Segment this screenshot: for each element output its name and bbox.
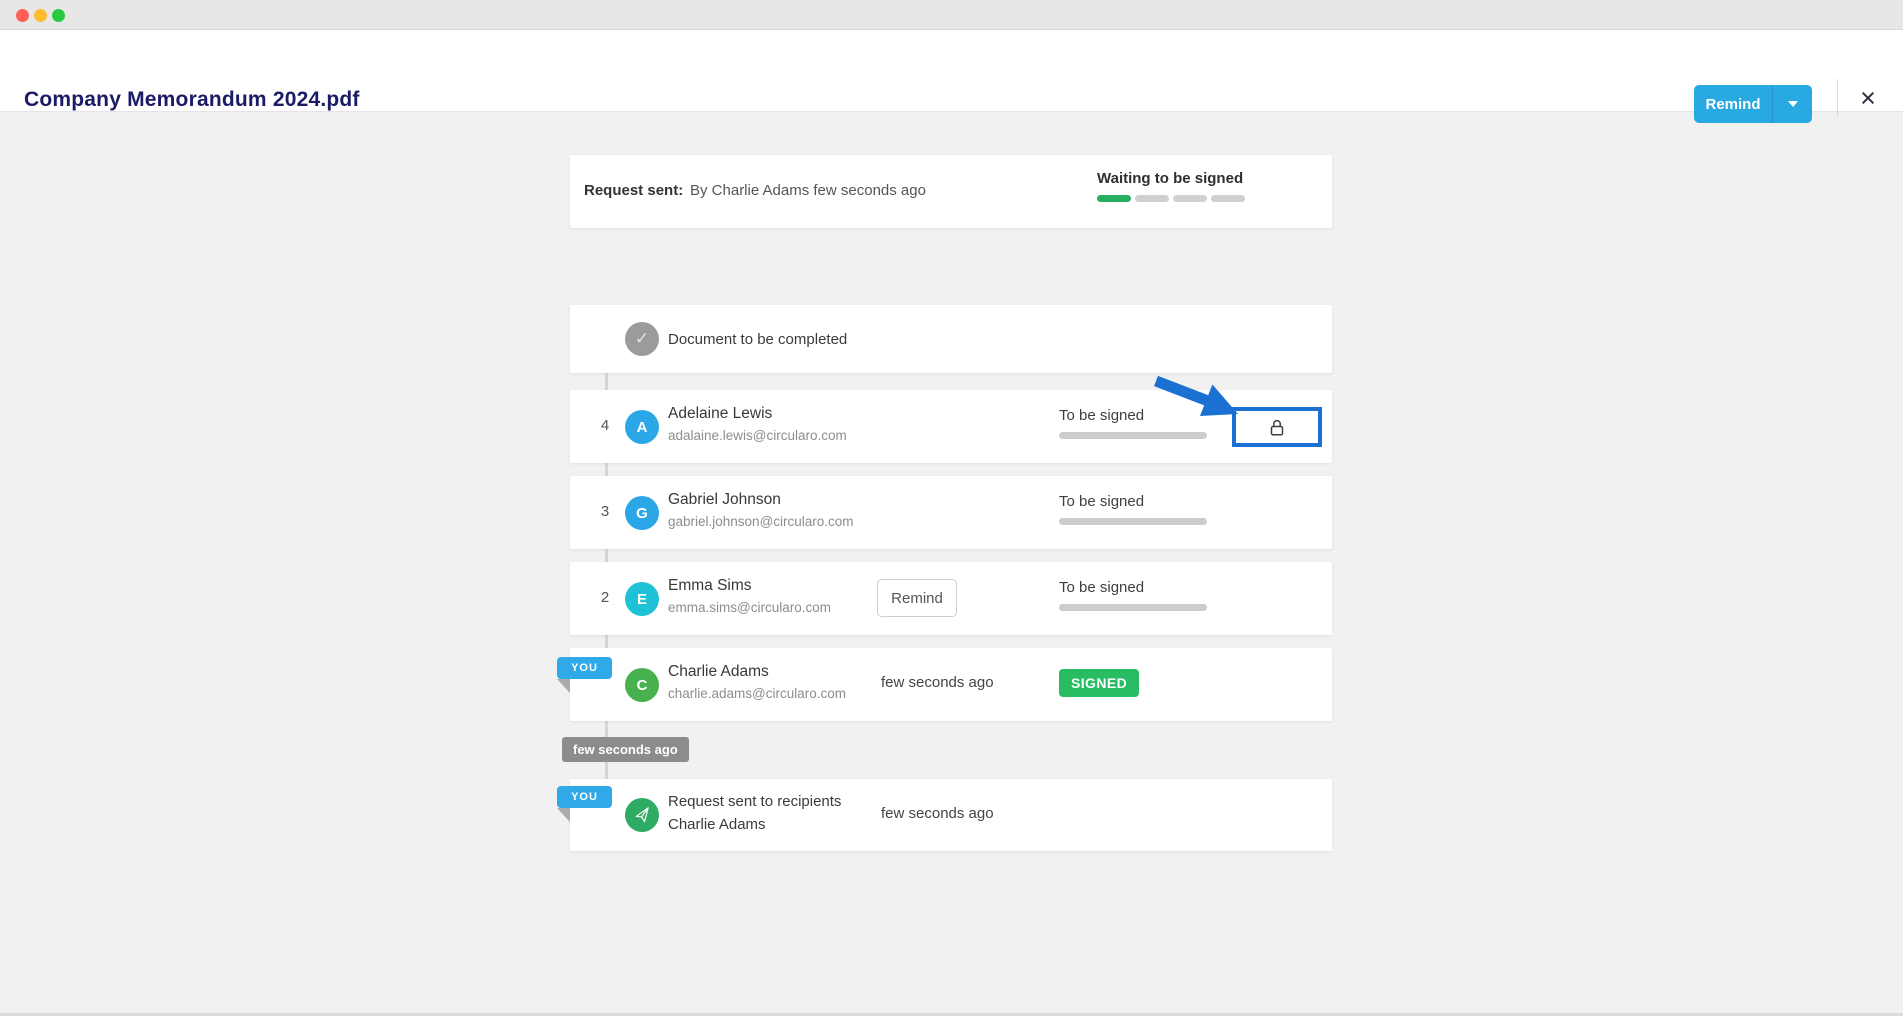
sent-event-label: Request sent to recipients	[668, 793, 841, 810]
chevron-down-icon	[1788, 101, 1798, 107]
recipient-status: To be signed	[1059, 493, 1144, 510]
window-titlebar	[0, 0, 1903, 30]
recipient-row-emma: 2 E Emma Sims emma.sims@circularo.com Re…	[570, 562, 1332, 635]
recipient-name: Emma Sims	[668, 577, 752, 595]
you-badge: YOU	[557, 657, 612, 679]
locked-signature-field[interactable]	[1232, 407, 1322, 447]
recipient-order: 2	[595, 589, 615, 606]
close-traffic-light[interactable]	[16, 9, 29, 22]
recipient-progress-bar	[1059, 604, 1207, 611]
document-title: Company Memorandum 2024.pdf	[24, 88, 360, 112]
remind-dropdown-button[interactable]	[1773, 85, 1812, 123]
request-sent-event-card: Request sent to recipients Charlie Adams…	[570, 779, 1332, 851]
remind-button[interactable]: Remind	[1694, 85, 1773, 123]
remind-recipient-button[interactable]: Remind	[877, 579, 957, 617]
progress-segment	[1097, 195, 1131, 202]
avatar: G	[625, 496, 659, 530]
recipient-status: To be signed	[1059, 579, 1144, 596]
waiting-status-label: Waiting to be signed	[1097, 170, 1243, 187]
recipient-progress-bar	[1059, 518, 1207, 525]
recipient-name: Adelaine Lewis	[668, 405, 772, 423]
document-step-card: ✓ Document to be completed	[570, 305, 1332, 373]
recipient-email: emma.sims@circularo.com	[668, 600, 831, 615]
zoom-traffic-light[interactable]	[52, 9, 65, 22]
recipient-row-gabriel: 3 G Gabriel Johnson gabriel.johnson@circ…	[570, 476, 1332, 549]
you-badge-tail	[557, 679, 570, 693]
avatar: A	[625, 410, 659, 444]
close-icon[interactable]: ×	[1850, 80, 1886, 116]
progress-segment	[1173, 195, 1207, 202]
recipient-name: Gabriel Johnson	[668, 491, 781, 509]
you-badge-tail	[557, 808, 570, 822]
recipient-name: Charlie Adams	[668, 663, 769, 681]
progress-segment	[1211, 195, 1245, 202]
request-sent-label: Request sent:	[584, 182, 683, 199]
signing-progress-bar	[1097, 195, 1245, 202]
recipient-row-charlie: C Charlie Adams charlie.adams@circularo.…	[570, 648, 1332, 721]
timeline-time-badge: few seconds ago	[562, 737, 689, 762]
document-step-label: Document to be completed	[668, 331, 847, 348]
sent-time: few seconds ago	[881, 805, 994, 822]
request-sent-detail: By Charlie Adams few seconds ago	[690, 182, 926, 199]
progress-segment	[1135, 195, 1169, 202]
remind-split-button[interactable]: Remind	[1694, 85, 1812, 123]
signed-status-badge: SIGNED	[1059, 669, 1139, 697]
document-header: Company Memorandum 2024.pdf Remind ×	[0, 30, 1903, 112]
recipient-email: charlie.adams@circularo.com	[668, 686, 846, 701]
avatar: C	[625, 668, 659, 702]
recipient-email: adalaine.lewis@circularo.com	[668, 428, 847, 443]
send-icon	[625, 798, 659, 832]
recipient-order: 4	[595, 417, 615, 434]
recipient-status: To be signed	[1059, 407, 1144, 424]
recipient-order: 3	[595, 503, 615, 520]
check-icon: ✓	[625, 322, 659, 356]
signed-time: few seconds ago	[881, 674, 994, 691]
lock-icon	[1266, 416, 1288, 438]
sent-event-sender: Charlie Adams	[668, 816, 766, 833]
request-status-card: Request sent: By Charlie Adams few secon…	[570, 155, 1332, 228]
recipient-email: gabriel.johnson@circularo.com	[668, 514, 854, 529]
minimize-traffic-light[interactable]	[34, 9, 47, 22]
header-divider	[1837, 79, 1838, 117]
avatar: E	[625, 582, 659, 616]
recipient-row-adelaine: 4 A Adelaine Lewis adalaine.lewis@circul…	[570, 390, 1332, 463]
you-badge: YOU	[557, 786, 612, 808]
recipient-progress-bar	[1059, 432, 1207, 439]
